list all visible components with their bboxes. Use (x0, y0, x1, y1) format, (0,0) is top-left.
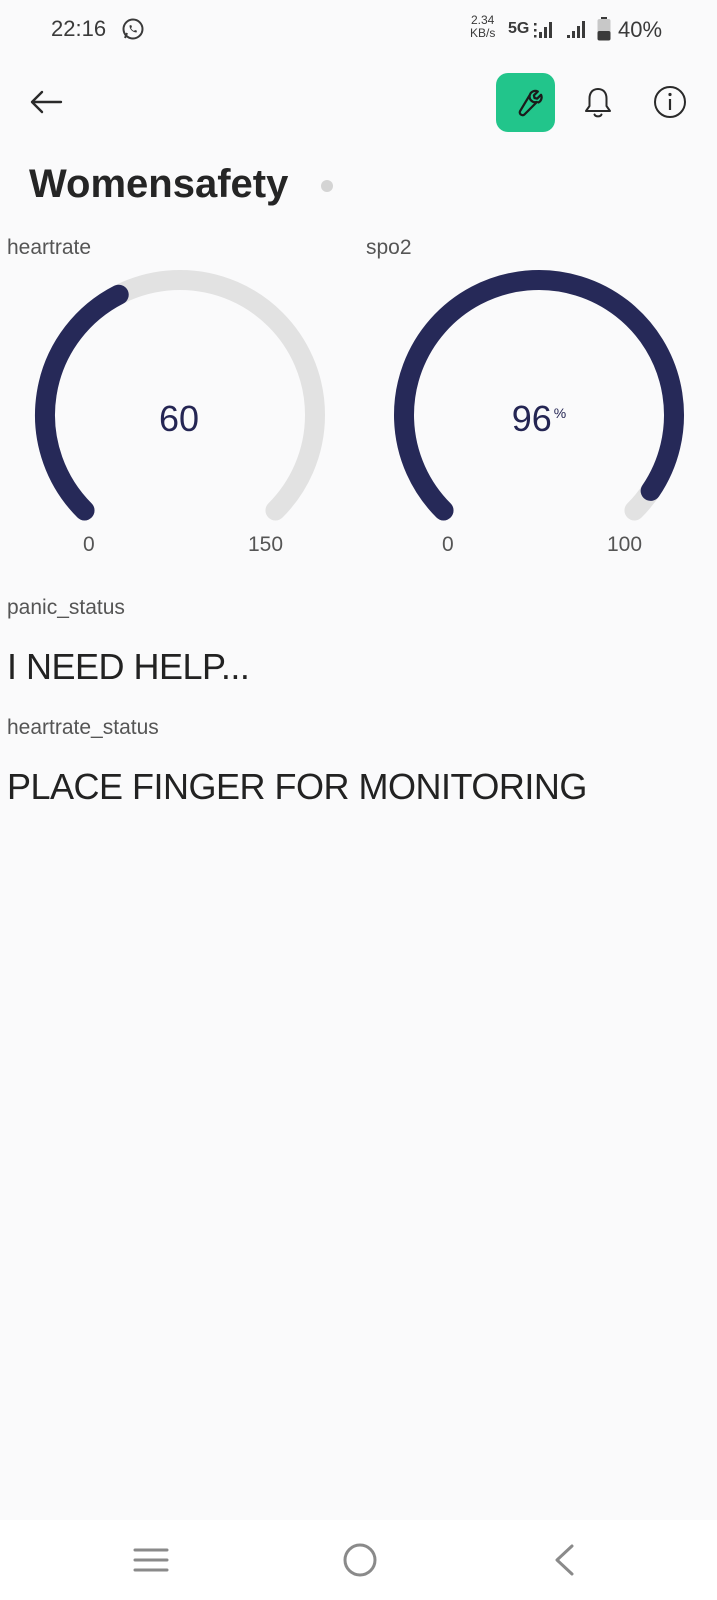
spo2-label: spo2 (366, 236, 412, 259)
spo2-min: 0 (442, 533, 454, 556)
heartrate-max: 150 (248, 533, 284, 556)
heartrate-min: 0 (83, 533, 95, 556)
notifications-button[interactable] (580, 84, 616, 122)
page-title: Womensafety (29, 162, 289, 206)
status-bar: 22:16 2.34 KB/s 5G 40% (0, 0, 717, 60)
settings-wrench-button[interactable] (496, 73, 555, 132)
menu-icon[interactable] (133, 1542, 169, 1578)
panic-status-value: I NEED HELP... (7, 646, 250, 687)
wrench-icon (518, 89, 543, 116)
home-circle-icon[interactable] (341, 1541, 379, 1579)
chevron-left-icon[interactable] (552, 1542, 576, 1578)
spo2-gauge-fill (394, 270, 684, 521)
heartrate-value-number: 60 (158, 398, 200, 439)
spo2-value: 96% (479, 398, 599, 440)
bell-icon (585, 88, 611, 118)
back-button[interactable] (26, 84, 66, 120)
spo2-max: 100 (607, 533, 643, 556)
system-nav-bar (0, 1520, 717, 1600)
info-button[interactable] (652, 84, 688, 120)
network-type: 5G (508, 20, 530, 37)
network-speed-unit: KB/s (470, 26, 496, 40)
heartrate-status-value: PLACE FINGER FOR MONITORING (7, 766, 587, 807)
heartrate-gauge-fill (35, 284, 129, 521)
spo2-value-number: 96 (511, 398, 552, 439)
spo2-unit: % (553, 405, 567, 421)
heartrate-value: 60 (120, 398, 240, 440)
signal-icon (567, 21, 585, 38)
whatsapp-icon (122, 18, 144, 40)
info-icon (654, 86, 686, 118)
panic-status-label: panic_status (7, 596, 125, 619)
signal-5g-icon (534, 22, 552, 38)
network-speed: 2.34 KB/s (470, 14, 495, 40)
battery-icon (597, 17, 611, 41)
device-status-dot (321, 180, 333, 192)
heartrate-status-label: heartrate_status (7, 716, 159, 739)
heartrate-label: heartrate (7, 236, 92, 259)
status-time: 22:16 (51, 16, 107, 41)
battery-percent: 40% (618, 17, 663, 42)
arrow-left-icon (30, 90, 63, 114)
